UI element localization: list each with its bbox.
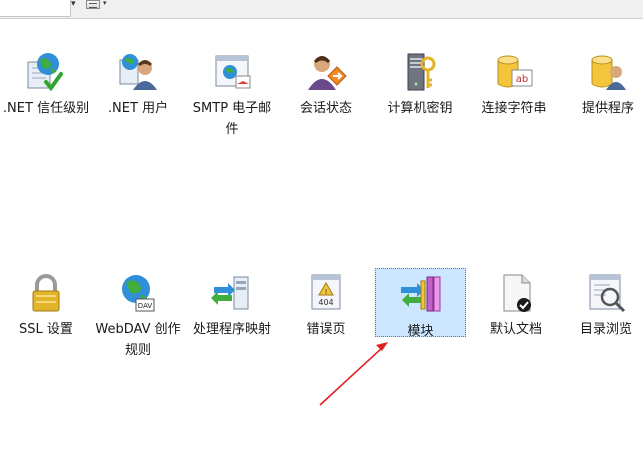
red-arrow-icon — [319, 342, 388, 406]
iis-features-view: ▾ ▾ .NET 信任级别 .NET 用户 SMTP 电子邮件 会话状态 计算机… — [0, 0, 643, 456]
